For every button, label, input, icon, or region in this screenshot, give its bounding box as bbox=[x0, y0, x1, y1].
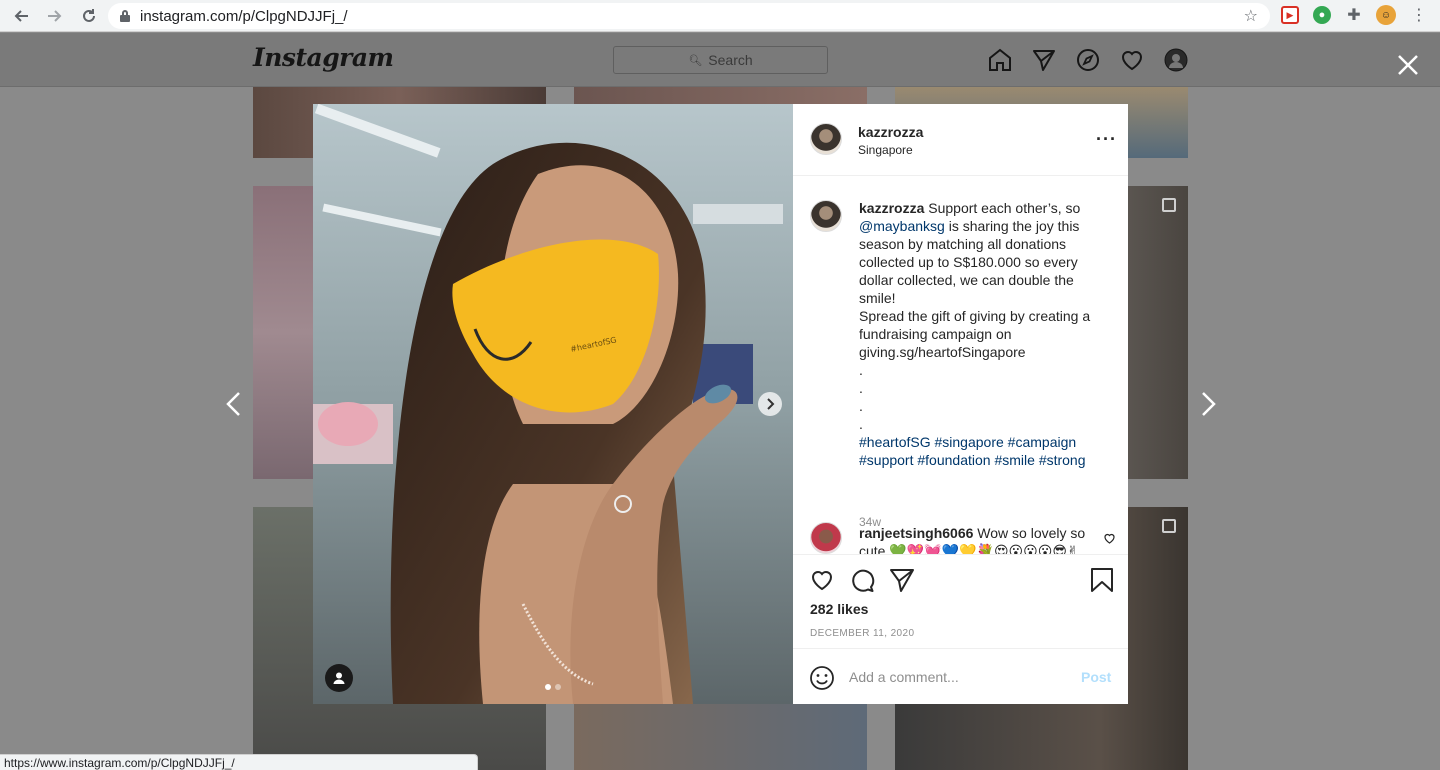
save-bookmark-icon[interactable] bbox=[1090, 567, 1114, 593]
post-header: kazzrozza Singapore ··· bbox=[793, 104, 1128, 176]
lock-icon bbox=[120, 10, 130, 22]
comment-username[interactable]: ranjeetsingh6066 bbox=[859, 525, 973, 541]
author-avatar[interactable] bbox=[810, 123, 842, 155]
search-input[interactable]: 🔍︎ Search bbox=[613, 46, 828, 74]
search-placeholder: Search bbox=[708, 52, 753, 68]
caption-dot: . bbox=[859, 380, 863, 396]
next-post-icon[interactable] bbox=[1198, 390, 1218, 418]
profile-avatar[interactable]: ☺ bbox=[1376, 5, 1396, 25]
caption-dot: . bbox=[859, 362, 863, 378]
profile-nav-avatar[interactable] bbox=[1163, 47, 1189, 73]
post-side-panel: kazzrozza Singapore ··· kazzrozza Suppor… bbox=[793, 104, 1128, 704]
commenter-avatar[interactable] bbox=[810, 522, 842, 554]
comment-like-icon[interactable] bbox=[1103, 532, 1116, 545]
tagged-user-button[interactable] bbox=[325, 664, 353, 692]
carousel-indicator-icon bbox=[1162, 519, 1176, 533]
grid-tile[interactable] bbox=[574, 704, 867, 770]
post-caption: kazzrozza Support each other’s, so @mayb… bbox=[859, 199, 1113, 469]
hashtag-link[interactable]: #strong bbox=[1039, 452, 1086, 468]
menu-dots-icon[interactable]: ⋮ bbox=[1410, 6, 1428, 24]
extension-red-icon[interactable]: ▶ bbox=[1281, 6, 1299, 24]
comment-input[interactable]: Add a comment... bbox=[849, 669, 959, 685]
direct-icon[interactable] bbox=[1031, 47, 1057, 73]
url-text: instagram.com/p/ClpgNDJJFj_/ bbox=[140, 7, 348, 25]
comments-section: kazzrozza Support each other’s, so @mayb… bbox=[793, 176, 1128, 554]
post-photo[interactable]: #heartofSG bbox=[313, 104, 793, 704]
extensions-puzzle-icon[interactable]: ✚ bbox=[1345, 6, 1363, 24]
post-date[interactable]: DECEMBER 11, 2020 bbox=[810, 628, 914, 639]
caption-hashtags: #heartofSG #singapore #campaign #support… bbox=[859, 433, 1113, 469]
author-username[interactable]: kazzrozza bbox=[858, 124, 923, 140]
browser-toolbar: instagram.com/p/ClpgNDJJFj_/ ☆ ▶ ● ✚ ☺ ⋮ bbox=[0, 0, 1440, 32]
forward-icon[interactable] bbox=[44, 5, 66, 27]
caption-dot: . bbox=[859, 416, 863, 432]
share-direct-icon[interactable] bbox=[889, 567, 915, 593]
activity-heart-icon[interactable] bbox=[1119, 47, 1145, 73]
reload-icon[interactable] bbox=[78, 5, 100, 27]
status-bar-url: https://www.instagram.com/p/ClpgNDJJFj_/ bbox=[0, 754, 478, 770]
chevron-right-icon bbox=[767, 398, 775, 410]
carousel-dot-active bbox=[545, 684, 551, 690]
search-icon: 🔍︎ bbox=[688, 54, 703, 67]
post-comment-button[interactable]: Post bbox=[1081, 669, 1111, 685]
instagram-header: Instagram 🔍︎ Search bbox=[0, 33, 1440, 87]
caption-avatar[interactable] bbox=[810, 200, 842, 232]
bookmark-star-icon[interactable]: ☆ bbox=[1244, 6, 1258, 26]
extension-green-icon[interactable]: ● bbox=[1313, 6, 1331, 24]
hashtag-link[interactable]: #smile bbox=[994, 452, 1034, 468]
carousel-dot bbox=[555, 684, 561, 690]
emoji-icon[interactable] bbox=[809, 665, 835, 691]
caption-text-1: Support each other’s, so bbox=[928, 200, 1081, 216]
address-bar[interactable]: instagram.com/p/ClpgNDJJFj_/ ☆ bbox=[108, 3, 1270, 29]
home-icon[interactable] bbox=[987, 47, 1013, 73]
hashtag-link[interactable]: #foundation bbox=[917, 452, 990, 468]
carousel-next-button[interactable] bbox=[758, 392, 782, 416]
carousel-dots bbox=[545, 684, 561, 690]
caption-mention-link[interactable]: @maybanksg bbox=[859, 218, 945, 234]
previous-post-icon[interactable] bbox=[224, 390, 244, 418]
hashtag-link[interactable]: #heartofSG bbox=[859, 434, 931, 450]
likes-count[interactable]: 282 likes bbox=[810, 601, 868, 617]
hashtag-link[interactable]: #support bbox=[859, 452, 913, 468]
carousel-indicator-icon bbox=[1162, 198, 1176, 212]
instagram-logo[interactable]: Instagram bbox=[253, 43, 394, 72]
caption-dot: . bbox=[859, 398, 863, 414]
caption-username[interactable]: kazzrozza bbox=[859, 200, 924, 216]
more-options-icon[interactable]: ··· bbox=[1096, 130, 1117, 148]
back-icon[interactable] bbox=[10, 5, 32, 27]
comment-bubble-icon[interactable] bbox=[849, 567, 875, 593]
close-icon[interactable] bbox=[1396, 53, 1420, 77]
explore-icon[interactable] bbox=[1075, 47, 1101, 73]
user-icon bbox=[333, 672, 345, 684]
author-location[interactable]: Singapore bbox=[858, 143, 913, 157]
hashtag-link[interactable]: #campaign bbox=[1008, 434, 1077, 450]
caption-text-3: Spread the gift of giving by creating a … bbox=[859, 308, 1091, 360]
comment-item: ranjeetsingh6066 Wow so lovely so cute 💚… bbox=[859, 524, 1097, 554]
post-actions: 282 likes DECEMBER 11, 2020 bbox=[793, 554, 1128, 650]
post-image: #heartofSG bbox=[313, 104, 793, 704]
add-comment-bar: Add a comment... Post bbox=[793, 648, 1128, 704]
like-heart-icon[interactable] bbox=[809, 567, 835, 593]
hashtag-link[interactable]: #singapore bbox=[935, 434, 1004, 450]
